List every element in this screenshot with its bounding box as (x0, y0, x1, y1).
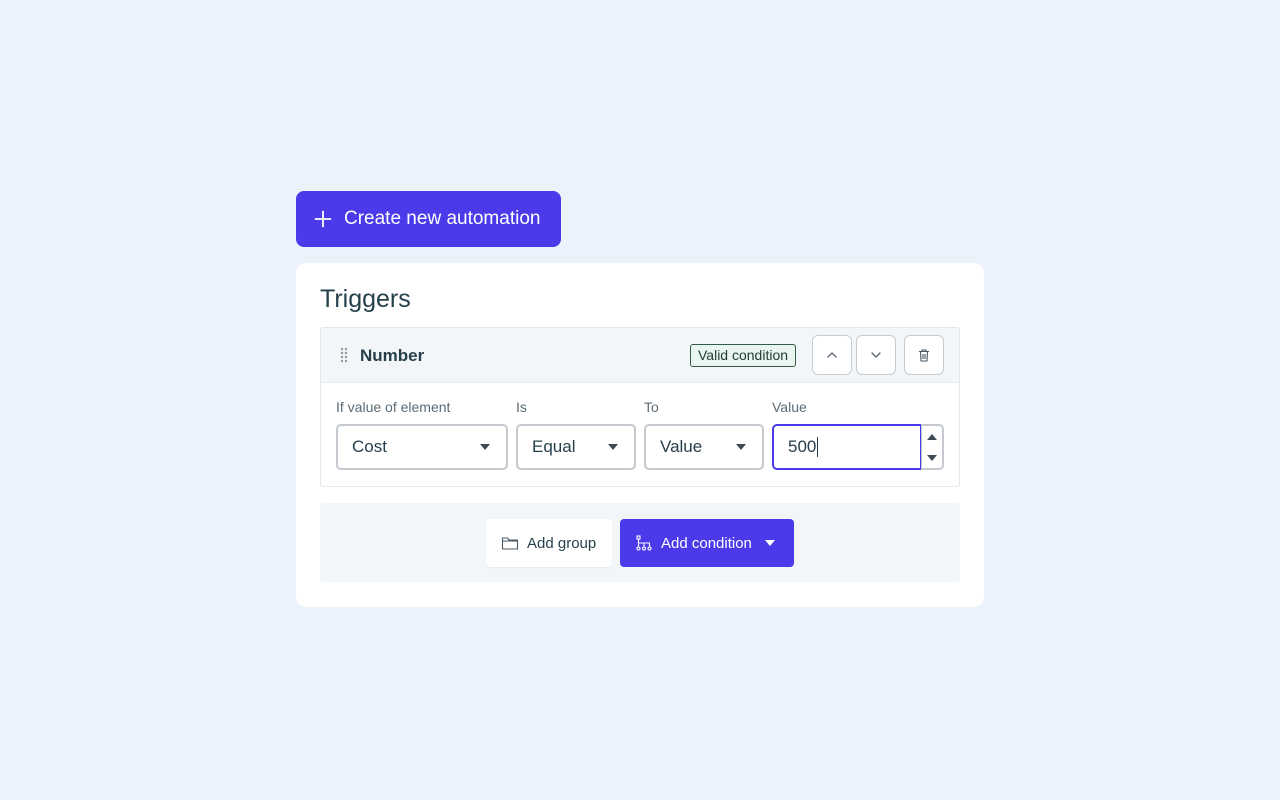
condition-name: Number (360, 346, 425, 365)
add-group-label: Add group (527, 534, 597, 552)
operator-select-value: Equal (532, 437, 576, 456)
add-group-button[interactable]: Add group (486, 519, 612, 567)
folder-icon (501, 537, 519, 550)
decrement-arrow-icon[interactable] (927, 455, 937, 461)
element-label: If value of element (336, 399, 451, 415)
delete-condition-button[interactable] (904, 335, 944, 375)
value-input-text: 500 (788, 437, 817, 456)
plus-icon (314, 210, 332, 228)
value-input[interactable]: 500 (772, 424, 922, 470)
move-up-button[interactable] (812, 335, 852, 375)
value-label: Value (772, 399, 807, 415)
condition-header: Number Valid condition (321, 328, 959, 383)
add-condition-button[interactable]: Add condition (620, 519, 794, 567)
caret-down-icon (480, 444, 490, 450)
trash-icon (919, 349, 929, 362)
element-select-value: Cost (352, 437, 387, 456)
add-condition-label: Add condition (661, 534, 752, 552)
target-label: To (644, 399, 659, 415)
branch-icon (636, 535, 652, 551)
caret-down-icon (736, 444, 746, 450)
chevron-up-icon (827, 352, 837, 358)
target-select-value: Value (660, 437, 703, 456)
chevron-down-icon (871, 352, 881, 358)
target-select[interactable]: Value (644, 424, 764, 470)
triggers-card: Triggers Number Valid condition If value… (296, 263, 984, 607)
value-stepper[interactable] (921, 424, 944, 470)
caret-down-icon (608, 444, 618, 450)
drag-handle-icon[interactable] (339, 347, 349, 363)
triggers-title: Triggers (320, 285, 411, 313)
create-automation-label: Create new automation (344, 208, 541, 229)
increment-arrow-icon[interactable] (927, 434, 937, 440)
caret-down-icon[interactable] (765, 540, 775, 546)
move-down-button[interactable] (856, 335, 896, 375)
create-automation-button[interactable]: Create new automation (296, 191, 561, 247)
status-badge: Valid condition (690, 344, 797, 367)
text-cursor (817, 437, 819, 457)
operator-label: Is (516, 399, 527, 415)
element-select[interactable]: Cost (336, 424, 508, 470)
operator-select[interactable]: Equal (516, 424, 636, 470)
condition-block: Number Valid condition If value of eleme… (320, 327, 960, 487)
condition-actions-bar: Add group Add condition (320, 503, 960, 582)
